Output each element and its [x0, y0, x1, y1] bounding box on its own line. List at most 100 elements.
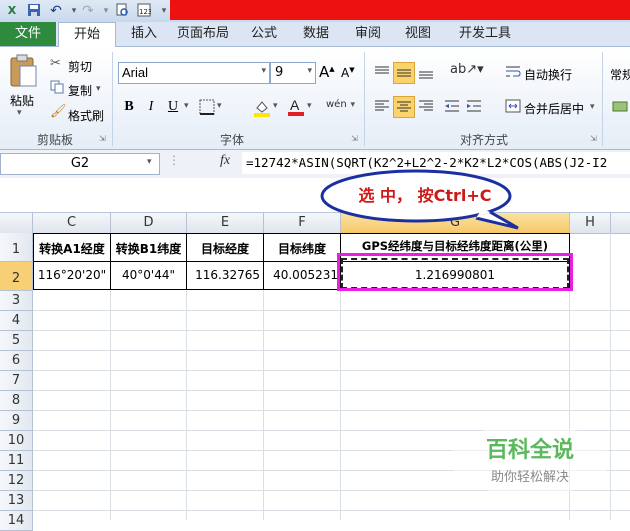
- tab-data[interactable]: 数据: [296, 22, 336, 46]
- format-painter-icon[interactable]: 🖌: [50, 104, 67, 119]
- tab-review[interactable]: 审阅: [348, 22, 388, 46]
- row-header-1[interactable]: 1: [0, 233, 33, 262]
- row-header-8[interactable]: 8: [0, 391, 33, 411]
- svg-text:123: 123: [139, 8, 151, 16]
- shrink-font-button[interactable]: A▼: [341, 66, 355, 80]
- cell-d2[interactable]: 40°0'44": [111, 268, 186, 282]
- name-box[interactable]: G2: [0, 153, 160, 175]
- tab-developer[interactable]: 开发工具: [454, 22, 516, 46]
- row-header-3[interactable]: 3: [0, 291, 33, 311]
- copy-dropdown-icon[interactable]: ▾: [96, 84, 101, 94]
- currency-icon[interactable]: [612, 98, 628, 114]
- fill-color-dropdown-icon[interactable]: ▾: [273, 101, 278, 111]
- alignment-launcher-icon[interactable]: ⇲: [590, 134, 597, 143]
- column-header-i[interactable]: [611, 213, 630, 234]
- column-header-h[interactable]: H: [570, 213, 611, 234]
- tab-home[interactable]: 开始: [58, 22, 116, 48]
- underline-button[interactable]: U: [164, 98, 182, 116]
- cut-icon[interactable]: ✂: [50, 56, 61, 71]
- cell-d1[interactable]: 转换B1纬度: [111, 240, 186, 257]
- italic-button[interactable]: I: [142, 98, 160, 116]
- tab-formulas[interactable]: 公式: [244, 22, 284, 46]
- row-header-5[interactable]: 5: [0, 331, 33, 351]
- cell-c2[interactable]: 116°20'20": [34, 268, 110, 282]
- separator: [112, 52, 113, 146]
- tab-insert[interactable]: 插入: [124, 22, 164, 46]
- undo-icon[interactable]: ↶: [48, 3, 64, 19]
- wrap-text-icon[interactable]: [505, 64, 521, 80]
- align-middle-button[interactable]: [393, 62, 415, 84]
- tab-view[interactable]: 视图: [398, 22, 438, 46]
- customize-qat-icon[interactable]: ▾: [156, 3, 172, 19]
- row-header-13[interactable]: 13: [0, 491, 33, 511]
- tab-page-layout[interactable]: 页面布局: [172, 22, 234, 46]
- borders-dropdown-icon[interactable]: ▾: [217, 101, 222, 111]
- tab-file[interactable]: 文件: [0, 22, 56, 46]
- column-header-d[interactable]: D: [111, 213, 187, 234]
- font-launcher-icon[interactable]: ⇲: [351, 134, 358, 143]
- column-header-e[interactable]: E: [187, 213, 264, 234]
- cell-f1[interactable]: 目标纬度: [264, 240, 340, 257]
- format-painter-button[interactable]: 格式刷: [68, 107, 104, 124]
- copy-icon[interactable]: [50, 80, 64, 94]
- redo-icon[interactable]: ↷: [80, 3, 96, 19]
- phonetic-button[interactable]: wén ▾: [326, 96, 355, 110]
- column-header-c[interactable]: C: [33, 213, 111, 234]
- clipboard-group-label: 剪贴板: [36, 133, 73, 147]
- cell-e1[interactable]: 目标经度: [187, 240, 263, 257]
- separator: [602, 52, 603, 146]
- row-header-4[interactable]: 4: [0, 311, 33, 331]
- insert-function-icon[interactable]: fx: [220, 153, 230, 169]
- print-preview-icon[interactable]: [114, 3, 130, 19]
- align-top-icon[interactable]: [374, 64, 390, 80]
- copy-button[interactable]: 复制: [68, 82, 92, 99]
- font-name-box[interactable]: Arial ▾: [118, 62, 270, 84]
- font-color-icon[interactable]: A: [286, 96, 306, 118]
- font-color-dropdown-icon[interactable]: ▾: [307, 101, 312, 111]
- cell-g1[interactable]: GPS经纬度与目标经纬度距离(公里): [341, 238, 569, 254]
- underline-dropdown-icon[interactable]: ▾: [184, 101, 189, 111]
- cut-button[interactable]: 剪切: [68, 58, 92, 75]
- align-right-icon[interactable]: [418, 98, 434, 114]
- bold-button[interactable]: B: [120, 98, 138, 116]
- merge-center-button[interactable]: 合并后居中: [524, 100, 584, 117]
- grow-font-button[interactable]: A▲: [319, 63, 335, 81]
- name-box-dropdown-icon[interactable]: ▾: [147, 157, 152, 167]
- align-bottom-icon[interactable]: [418, 64, 434, 80]
- font-size-box[interactable]: 9 ▾: [270, 62, 316, 84]
- align-center-button[interactable]: [393, 96, 415, 118]
- row-header-12[interactable]: 12: [0, 471, 33, 491]
- row-header-11[interactable]: 11: [0, 451, 33, 471]
- number-format-box[interactable]: 常规: [610, 66, 630, 83]
- cell-c1[interactable]: 转换A1经度: [34, 240, 110, 257]
- callout-text: 选 中， 按Ctrl+C: [358, 186, 492, 205]
- orientation-icon[interactable]: ab↗▾: [450, 62, 484, 82]
- merge-dropdown-icon[interactable]: ▾: [590, 102, 595, 112]
- wrap-text-button[interactable]: 自动换行: [524, 66, 572, 83]
- row-header-2[interactable]: 2: [0, 262, 33, 291]
- select-all-corner[interactable]: [0, 213, 33, 234]
- excel-app-icon[interactable]: X: [4, 3, 20, 19]
- row-header-9[interactable]: 9: [0, 411, 33, 431]
- row-header-7[interactable]: 7: [0, 371, 33, 391]
- row-header-10[interactable]: 10: [0, 431, 33, 451]
- borders-icon[interactable]: [198, 98, 216, 116]
- paste-button[interactable]: 粘贴: [10, 92, 34, 109]
- row-header-14[interactable]: 14: [0, 511, 33, 531]
- cell-f2[interactable]: 40.005231: [264, 268, 338, 282]
- save-icon[interactable]: [26, 3, 42, 19]
- clipboard-launcher-icon[interactable]: ⇲: [99, 134, 106, 143]
- increase-indent-icon[interactable]: [466, 98, 482, 114]
- paste-dropdown-icon[interactable]: ▾: [17, 108, 22, 118]
- fill-color-icon[interactable]: [252, 98, 272, 118]
- formula-area-left: [0, 178, 240, 213]
- paste-icon[interactable]: [8, 54, 38, 88]
- redo-dropdown-icon[interactable]: ▾: [98, 3, 114, 19]
- align-left-icon[interactable]: [374, 98, 390, 114]
- calculator-icon[interactable]: 123: [136, 3, 152, 19]
- cell-e2[interactable]: 116.32765: [187, 268, 260, 282]
- decrease-indent-icon[interactable]: [444, 98, 460, 114]
- row-header-6[interactable]: 6: [0, 351, 33, 371]
- gridline: [33, 310, 630, 311]
- merge-center-icon[interactable]: [505, 98, 521, 114]
